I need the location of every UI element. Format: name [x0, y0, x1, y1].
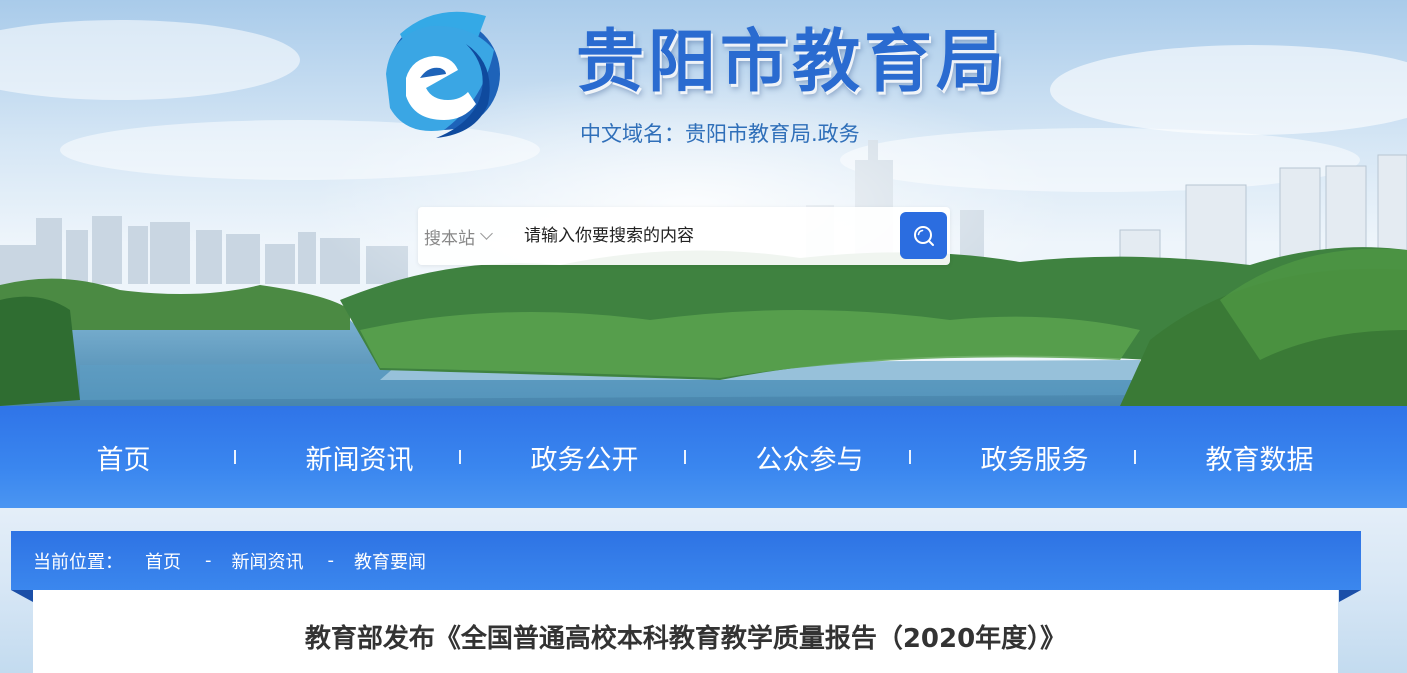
header-banner: 贵阳市教育局 中文域名：贵阳市教育局.政务 搜本站 [0, 0, 1407, 406]
search-scope-label: 搜本站 [424, 228, 475, 249]
nav-item-home[interactable]: 首页 [0, 438, 247, 477]
breadcrumb-education-news[interactable]: 教育要闻 [354, 548, 426, 574]
e-emblem-logo-icon [386, 11, 500, 138]
nav-item-news[interactable]: 新闻资讯 [247, 438, 472, 477]
nav-divider [909, 450, 911, 464]
main-nav: 首页 新闻资讯 政务公开 公众参与 政务服务 教育数据 [0, 406, 1407, 508]
breadcrumb-home[interactable]: 首页 [145, 548, 181, 574]
nav-divider [684, 450, 686, 464]
magnifier-icon [913, 225, 934, 246]
breadcrumb-separator: - [327, 550, 335, 571]
nav-item-government-services[interactable]: 政务服务 [922, 438, 1147, 477]
breadcrumb: 当前位置： 首页 - 新闻资讯 - 教育要闻 [11, 531, 1361, 590]
breadcrumb-fold-right [1339, 590, 1361, 602]
breadcrumb-fold-left [11, 590, 33, 602]
nav-item-public-participation[interactable]: 公众参与 [697, 438, 922, 477]
search-scope-dropdown[interactable]: 搜本站 [424, 224, 493, 249]
chevron-down-icon [480, 227, 493, 240]
search-button[interactable] [900, 212, 947, 259]
nav-item-government-affairs[interactable]: 政务公开 [472, 438, 697, 477]
breadcrumb-separator: - [205, 550, 212, 571]
article-title: 教育部发布《全国普通高校本科教育教学质量报告（2020年度）》 [304, 624, 1067, 654]
search-bar: 搜本站 [418, 207, 950, 265]
search-input[interactable] [524, 221, 884, 251]
nav-divider [234, 450, 236, 464]
nav-item-education-data[interactable]: 教育数据 [1147, 438, 1372, 477]
domain-name-line: 中文域名：贵阳市教育局.政务 [580, 122, 860, 146]
article-card: 教育部发布《全国普通高校本科教育教学质量报告（2020年度）》 [33, 590, 1338, 673]
site-title: 贵阳市教育局 [576, 23, 1009, 102]
breadcrumb-label: 当前位置： [33, 551, 123, 573]
nav-divider [1134, 450, 1136, 464]
breadcrumb-news[interactable]: 新闻资讯 [232, 548, 304, 574]
nav-divider [459, 450, 461, 464]
